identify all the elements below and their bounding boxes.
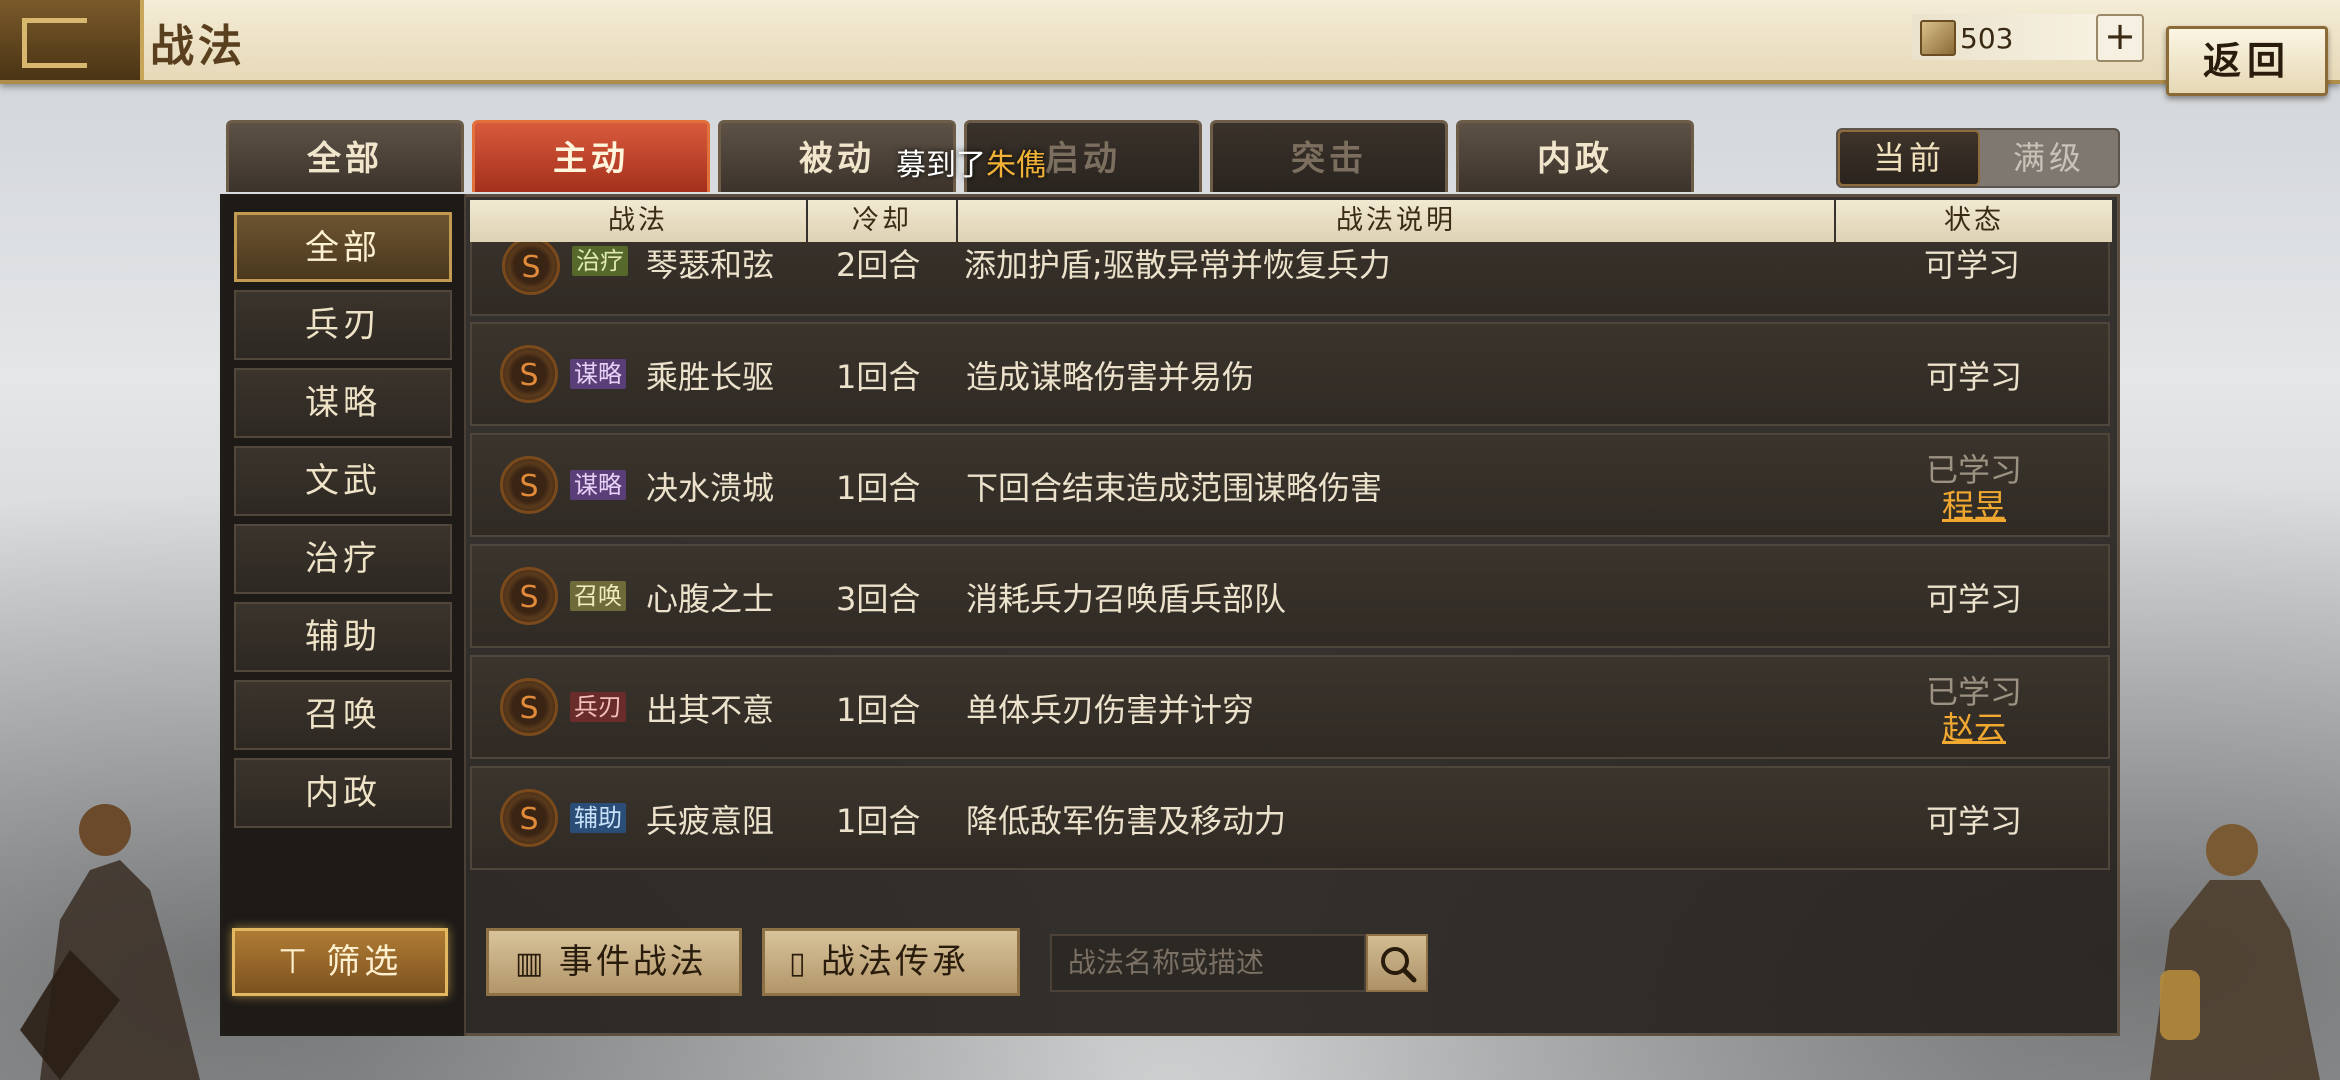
- table-row[interactable]: S 辅助 兵疲意阻 1回合 降低敌军伤害及移动力 可学习: [470, 766, 2110, 870]
- filter-button[interactable]: ⊤ 筛选: [232, 928, 448, 996]
- filter-label: 筛选: [326, 942, 403, 982]
- barcode-icon: ▥: [515, 946, 559, 981]
- sidebar-item-assist[interactable]: 辅助: [234, 602, 452, 672]
- recruit-toast: 募到了朱儁: [896, 140, 1046, 184]
- skill-name: 决水溃城: [646, 469, 775, 507]
- skill-description: 造成谋略伤害并易伤: [966, 358, 1255, 396]
- sidebar-item-heal[interactable]: 治疗: [234, 524, 452, 594]
- grade-badge-icon: S: [500, 456, 558, 514]
- skill-type-tag: 谋略: [570, 470, 626, 500]
- level-toggle[interactable]: 当前 满级: [1836, 128, 2120, 188]
- grade-badge-icon: S: [500, 345, 558, 403]
- search-icon: [1381, 947, 1417, 983]
- skill-description: 降低敌军伤害及移动力: [966, 802, 1287, 840]
- sidebar-item-civil-military[interactable]: 文武: [234, 446, 452, 516]
- skill-status: 可学习: [1923, 246, 2020, 284]
- currency-value: 503: [1960, 22, 2014, 55]
- add-currency-button[interactable]: +: [2096, 14, 2144, 62]
- column-header-description: 战法说明: [958, 200, 1834, 242]
- book-icon: ▯: [789, 946, 822, 981]
- column-header-status: 状态: [1836, 200, 2112, 242]
- skill-description: 单体兵刃伤害并计穷: [966, 691, 1255, 729]
- skill-name: 心腹之士: [646, 580, 775, 618]
- skill-name: 出其不意: [646, 691, 775, 729]
- sidebar-item-all[interactable]: 全部: [234, 212, 452, 282]
- currency-icon: [1920, 20, 1956, 56]
- event-skills-button[interactable]: ▥ 事件战法: [486, 928, 742, 996]
- skill-type-tag: 治疗: [572, 246, 628, 276]
- search-input[interactable]: 战法名称或描述: [1050, 934, 1366, 992]
- skill-status: 可学习: [1925, 580, 2022, 618]
- skill-inherit-button[interactable]: ▯ 战法传承: [762, 928, 1020, 996]
- tab-assault[interactable]: 突击: [1210, 120, 1448, 192]
- warrior-right-illustration: [2150, 824, 2320, 1080]
- tab-active[interactable]: 主动: [472, 120, 710, 192]
- learned-by-general-link[interactable]: 赵云: [1884, 703, 2064, 749]
- skill-name: 乘胜长驱: [646, 358, 775, 396]
- skill-type-tag: 兵刃: [570, 692, 626, 722]
- skill-cooldown: 2回合: [836, 246, 921, 284]
- grade-badge-icon: S: [500, 789, 558, 847]
- toggle-max-level[interactable]: 满级: [1980, 130, 2118, 186]
- skill-description: 消耗兵力召唤盾兵部队: [966, 580, 1287, 618]
- skill-description: 添加护盾;驱散异常并恢复兵力: [964, 246, 1391, 284]
- grade-badge-icon: S: [500, 678, 558, 736]
- table-row[interactable]: S 谋略 乘胜长驱 1回合 造成谋略伤害并易伤 可学习: [470, 322, 2110, 426]
- skill-type-tag: 谋略: [570, 359, 626, 389]
- skill-name: 琴瑟和弦: [646, 246, 775, 284]
- tab-all[interactable]: 全部: [226, 120, 464, 192]
- learned-by-general-link[interactable]: 程昱: [1884, 481, 2064, 527]
- currency-display: 503: [1912, 14, 2102, 60]
- toggle-current[interactable]: 当前: [1838, 130, 1980, 186]
- skill-cooldown: 1回合: [836, 802, 921, 840]
- grade-badge-icon: S: [500, 567, 558, 625]
- skill-type-tag: 召唤: [570, 581, 626, 611]
- skill-inherit-label: 战法传承: [821, 942, 970, 982]
- toast-prefix: 募到了: [896, 148, 986, 183]
- filter-icon: ⊤: [277, 942, 327, 982]
- skill-cooldown: 1回合: [836, 358, 921, 396]
- skill-cooldown: 1回合: [836, 691, 921, 729]
- column-header-name: 战法: [470, 200, 806, 242]
- sidebar-item-summon[interactable]: 召唤: [234, 680, 452, 750]
- back-button[interactable]: 返回: [2166, 26, 2328, 96]
- skill-type-tag: 辅助: [570, 803, 626, 833]
- warrior-left-illustration: [20, 804, 200, 1080]
- skill-cooldown: 3回合: [836, 580, 921, 618]
- table-row[interactable]: S 兵刃 出其不意 1回合 单体兵刃伤害并计穷 已学习 赵云: [470, 655, 2110, 759]
- sidebar-item-domestic[interactable]: 内政: [234, 758, 452, 828]
- table-row[interactable]: S 治疗 琴瑟和弦 2回合 添加护盾;驱散异常并恢复兵力 可学习: [470, 242, 2110, 316]
- logo-emblem: [0, 0, 144, 80]
- skill-status: 可学习: [1925, 802, 2022, 840]
- skill-cooldown: 1回合: [836, 469, 921, 507]
- sidebar-item-blade[interactable]: 兵刃: [234, 290, 452, 360]
- skill-status: 可学习: [1925, 358, 2022, 396]
- search-button[interactable]: [1366, 934, 1428, 992]
- page-title: 战法: [150, 21, 246, 72]
- event-skills-label: 事件战法: [558, 942, 707, 982]
- tab-domestic[interactable]: 内政: [1456, 120, 1694, 192]
- table-row[interactable]: S 召唤 心腹之士 3回合 消耗兵力召唤盾兵部队 可学习: [470, 544, 2110, 648]
- skill-name: 兵疲意阻: [646, 802, 775, 840]
- toast-general-name: 朱儁: [986, 148, 1046, 183]
- column-header-cooldown: 冷却: [808, 200, 956, 242]
- sidebar-item-strategy[interactable]: 谋略: [234, 368, 452, 438]
- top-bar: 战法 503 +: [0, 0, 2340, 84]
- skill-description: 下回合结束造成范围谋略伤害: [966, 469, 1383, 507]
- table-row[interactable]: S 谋略 决水溃城 1回合 下回合结束造成范围谋略伤害 已学习 程昱: [470, 433, 2110, 537]
